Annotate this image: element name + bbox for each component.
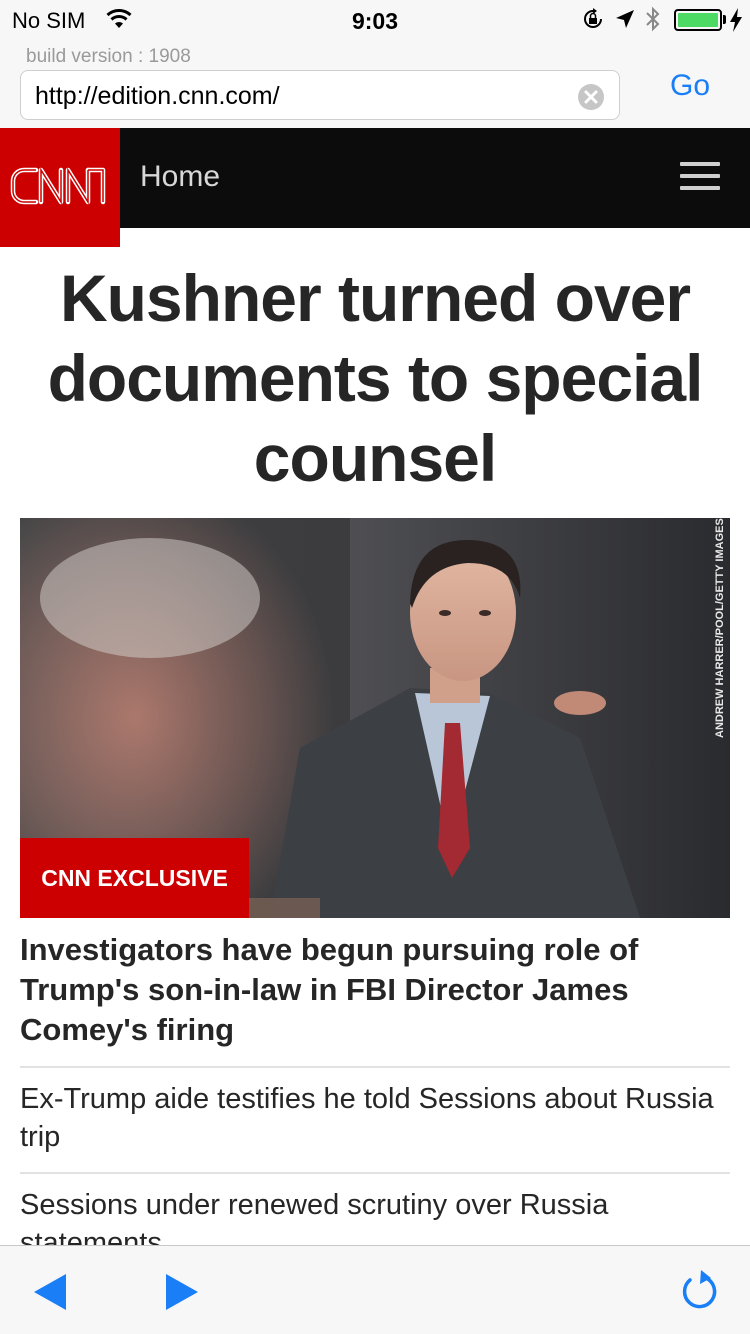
story-link[interactable]: Ex-Trump aide testifies he told Sessions… [20, 1080, 720, 1156]
lead-story-link[interactable]: Investigators have begun pursuing role o… [20, 930, 720, 1050]
url-text[interactable]: http://edition.cnn.com/ [35, 82, 280, 111]
battery-icon [674, 9, 722, 31]
exclusive-badge: CNN EXCLUSIVE [20, 838, 249, 918]
headline[interactable]: Kushner turned over documents to special… [20, 258, 730, 498]
menu-icon[interactable] [680, 162, 720, 192]
location-icon [616, 10, 634, 28]
story-divider [20, 1066, 730, 1068]
url-input[interactable]: http://edition.cnn.com/ [20, 70, 620, 120]
cnn-logo[interactable] [0, 128, 120, 247]
clock: 9:03 [351, 8, 399, 34]
status-bar: No SIM 9:03 [0, 0, 750, 40]
battery-tip [723, 15, 726, 24]
browser-toolbar [0, 1245, 750, 1334]
go-button[interactable]: Go [660, 66, 720, 106]
charging-icon [730, 8, 742, 32]
photo-credit: ANDREW HARRER/POOL/GETTY IMAGES [712, 518, 728, 742]
build-version-label: build version : 1908 [26, 46, 191, 67]
clear-icon[interactable] [577, 83, 605, 111]
refresh-icon[interactable] [680, 1268, 720, 1312]
forward-arrow-icon[interactable] [166, 1274, 198, 1310]
bluetooth-icon [646, 6, 660, 32]
browser-address-bar: build version : 1908 http://edition.cnn.… [0, 40, 750, 128]
rotation-lock-icon [584, 8, 602, 28]
photo-credit-text: ANDREW HARRER/POOL/GETTY IMAGES [714, 518, 726, 738]
section-title[interactable]: Home [140, 160, 220, 194]
story-divider [20, 1172, 730, 1174]
cnn-logo-icon [10, 167, 106, 205]
back-arrow-icon[interactable] [34, 1274, 66, 1310]
